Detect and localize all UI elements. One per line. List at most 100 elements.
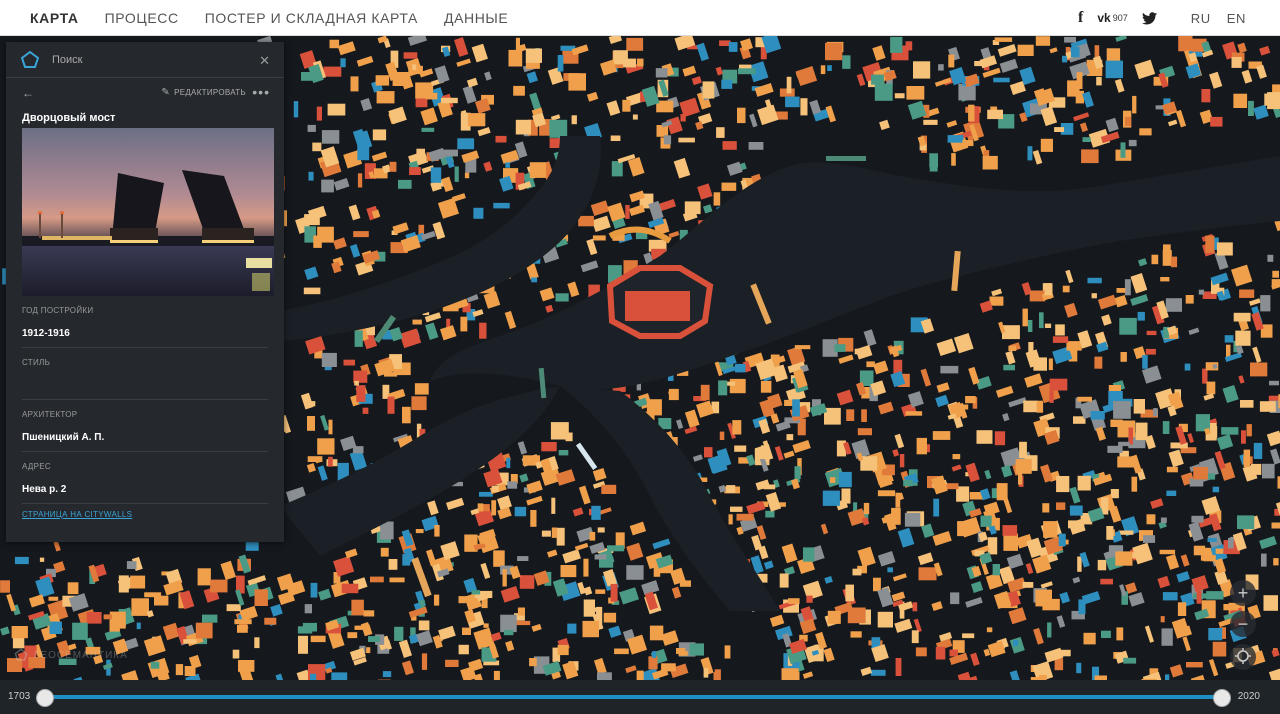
building-block[interactable] xyxy=(1184,363,1191,371)
building-block[interactable] xyxy=(1133,399,1145,414)
building-block[interactable] xyxy=(992,564,1000,576)
building-block[interactable] xyxy=(103,614,112,620)
building-block[interactable] xyxy=(1162,421,1170,434)
building-block[interactable] xyxy=(1128,139,1137,147)
building-block[interactable] xyxy=(109,620,120,632)
building-block[interactable] xyxy=(736,513,754,521)
building-block[interactable] xyxy=(729,378,746,394)
building-block[interactable] xyxy=(434,594,440,606)
nav-item-data[interactable]: ДАННЫЕ xyxy=(444,10,508,26)
building-block[interactable] xyxy=(1115,551,1133,566)
building-block[interactable] xyxy=(1118,530,1134,535)
building-block[interactable] xyxy=(1210,116,1223,127)
building-block[interactable] xyxy=(929,153,938,168)
building-block[interactable] xyxy=(806,595,813,603)
building-block[interactable] xyxy=(1094,356,1103,369)
building-block[interactable] xyxy=(822,490,840,506)
building-block[interactable] xyxy=(800,98,808,116)
building-block[interactable] xyxy=(1262,463,1275,479)
building-block[interactable] xyxy=(414,383,429,395)
building-block[interactable] xyxy=(531,277,538,283)
building-block[interactable] xyxy=(668,388,679,401)
building-block[interactable] xyxy=(871,74,884,85)
building-block[interactable] xyxy=(1171,256,1178,268)
building-block[interactable] xyxy=(1116,627,1124,641)
building-block[interactable] xyxy=(948,54,955,68)
building-block[interactable] xyxy=(913,61,931,79)
building-block[interactable] xyxy=(1139,128,1152,136)
building-block[interactable] xyxy=(1055,324,1065,336)
building-block[interactable] xyxy=(11,626,28,639)
building-block[interactable] xyxy=(737,107,746,124)
building-block[interactable] xyxy=(483,623,489,628)
building-block[interactable] xyxy=(890,36,903,53)
building-block[interactable] xyxy=(245,542,259,551)
building-block[interactable] xyxy=(873,577,881,592)
building-block[interactable] xyxy=(597,672,612,680)
building-block[interactable] xyxy=(1052,336,1069,343)
building-block[interactable] xyxy=(184,666,196,676)
building-block[interactable] xyxy=(568,73,586,91)
building-block[interactable] xyxy=(678,137,695,143)
building-block[interactable] xyxy=(454,166,459,182)
building-block[interactable] xyxy=(785,96,800,108)
building-block[interactable] xyxy=(1058,533,1066,547)
building-block[interactable] xyxy=(67,582,79,595)
building-block[interactable] xyxy=(1119,317,1137,335)
building-block[interactable] xyxy=(903,479,913,487)
building-block[interactable] xyxy=(1272,270,1279,278)
building-block[interactable] xyxy=(730,506,743,512)
building-block[interactable] xyxy=(779,573,789,588)
building-block[interactable] xyxy=(724,645,731,659)
building-block[interactable] xyxy=(411,396,427,411)
building-block[interactable] xyxy=(343,359,356,366)
nav-item-poster[interactable]: ПОСТЕР И СКЛАДНАЯ КАРТА xyxy=(205,10,418,26)
building-block[interactable] xyxy=(989,296,1004,306)
building-block[interactable] xyxy=(308,171,314,181)
building-block[interactable] xyxy=(556,527,565,546)
building-block[interactable] xyxy=(477,503,484,512)
building-block[interactable] xyxy=(1106,48,1121,62)
building-block[interactable] xyxy=(1097,559,1107,571)
building-block[interactable] xyxy=(1035,36,1051,46)
building-block[interactable] xyxy=(1193,545,1206,556)
building-block[interactable] xyxy=(1082,137,1091,142)
building-block[interactable] xyxy=(838,471,852,488)
building-block[interactable] xyxy=(940,365,959,374)
building-block[interactable] xyxy=(409,167,421,175)
building-block[interactable] xyxy=(327,103,346,116)
building-block[interactable] xyxy=(916,437,927,455)
building-block[interactable] xyxy=(827,65,832,71)
building-block[interactable] xyxy=(418,620,430,631)
lang-ru[interactable]: RU xyxy=(1191,11,1211,26)
building-block[interactable] xyxy=(1077,396,1092,402)
building-block[interactable] xyxy=(965,396,976,404)
building-block[interactable] xyxy=(1231,57,1242,68)
building-block[interactable] xyxy=(388,559,398,570)
building-block[interactable] xyxy=(656,125,669,137)
building-block[interactable] xyxy=(1068,520,1085,529)
building-block[interactable] xyxy=(952,454,961,460)
building-block[interactable] xyxy=(1235,330,1251,346)
building-block[interactable] xyxy=(1044,323,1052,328)
building-block[interactable] xyxy=(183,639,197,644)
building-block[interactable] xyxy=(398,179,412,189)
building-block[interactable] xyxy=(86,612,102,624)
building-block[interactable] xyxy=(911,630,919,644)
building-block[interactable] xyxy=(1215,548,1224,554)
building-block[interactable] xyxy=(298,635,308,654)
building-block[interactable] xyxy=(987,109,1003,120)
building-block[interactable] xyxy=(493,670,500,680)
building-block[interactable] xyxy=(1216,242,1233,256)
building-block[interactable] xyxy=(721,79,733,89)
building-block[interactable] xyxy=(1105,60,1123,79)
building-block[interactable] xyxy=(1259,401,1276,412)
building-block[interactable] xyxy=(846,409,855,421)
building-block[interactable] xyxy=(1135,422,1148,441)
building-block[interactable] xyxy=(871,669,886,676)
building-block[interactable] xyxy=(951,153,956,166)
building-block[interactable] xyxy=(321,179,334,193)
building-block[interactable] xyxy=(1100,578,1113,585)
building-block[interactable] xyxy=(514,506,527,517)
building-block[interactable] xyxy=(394,626,404,641)
